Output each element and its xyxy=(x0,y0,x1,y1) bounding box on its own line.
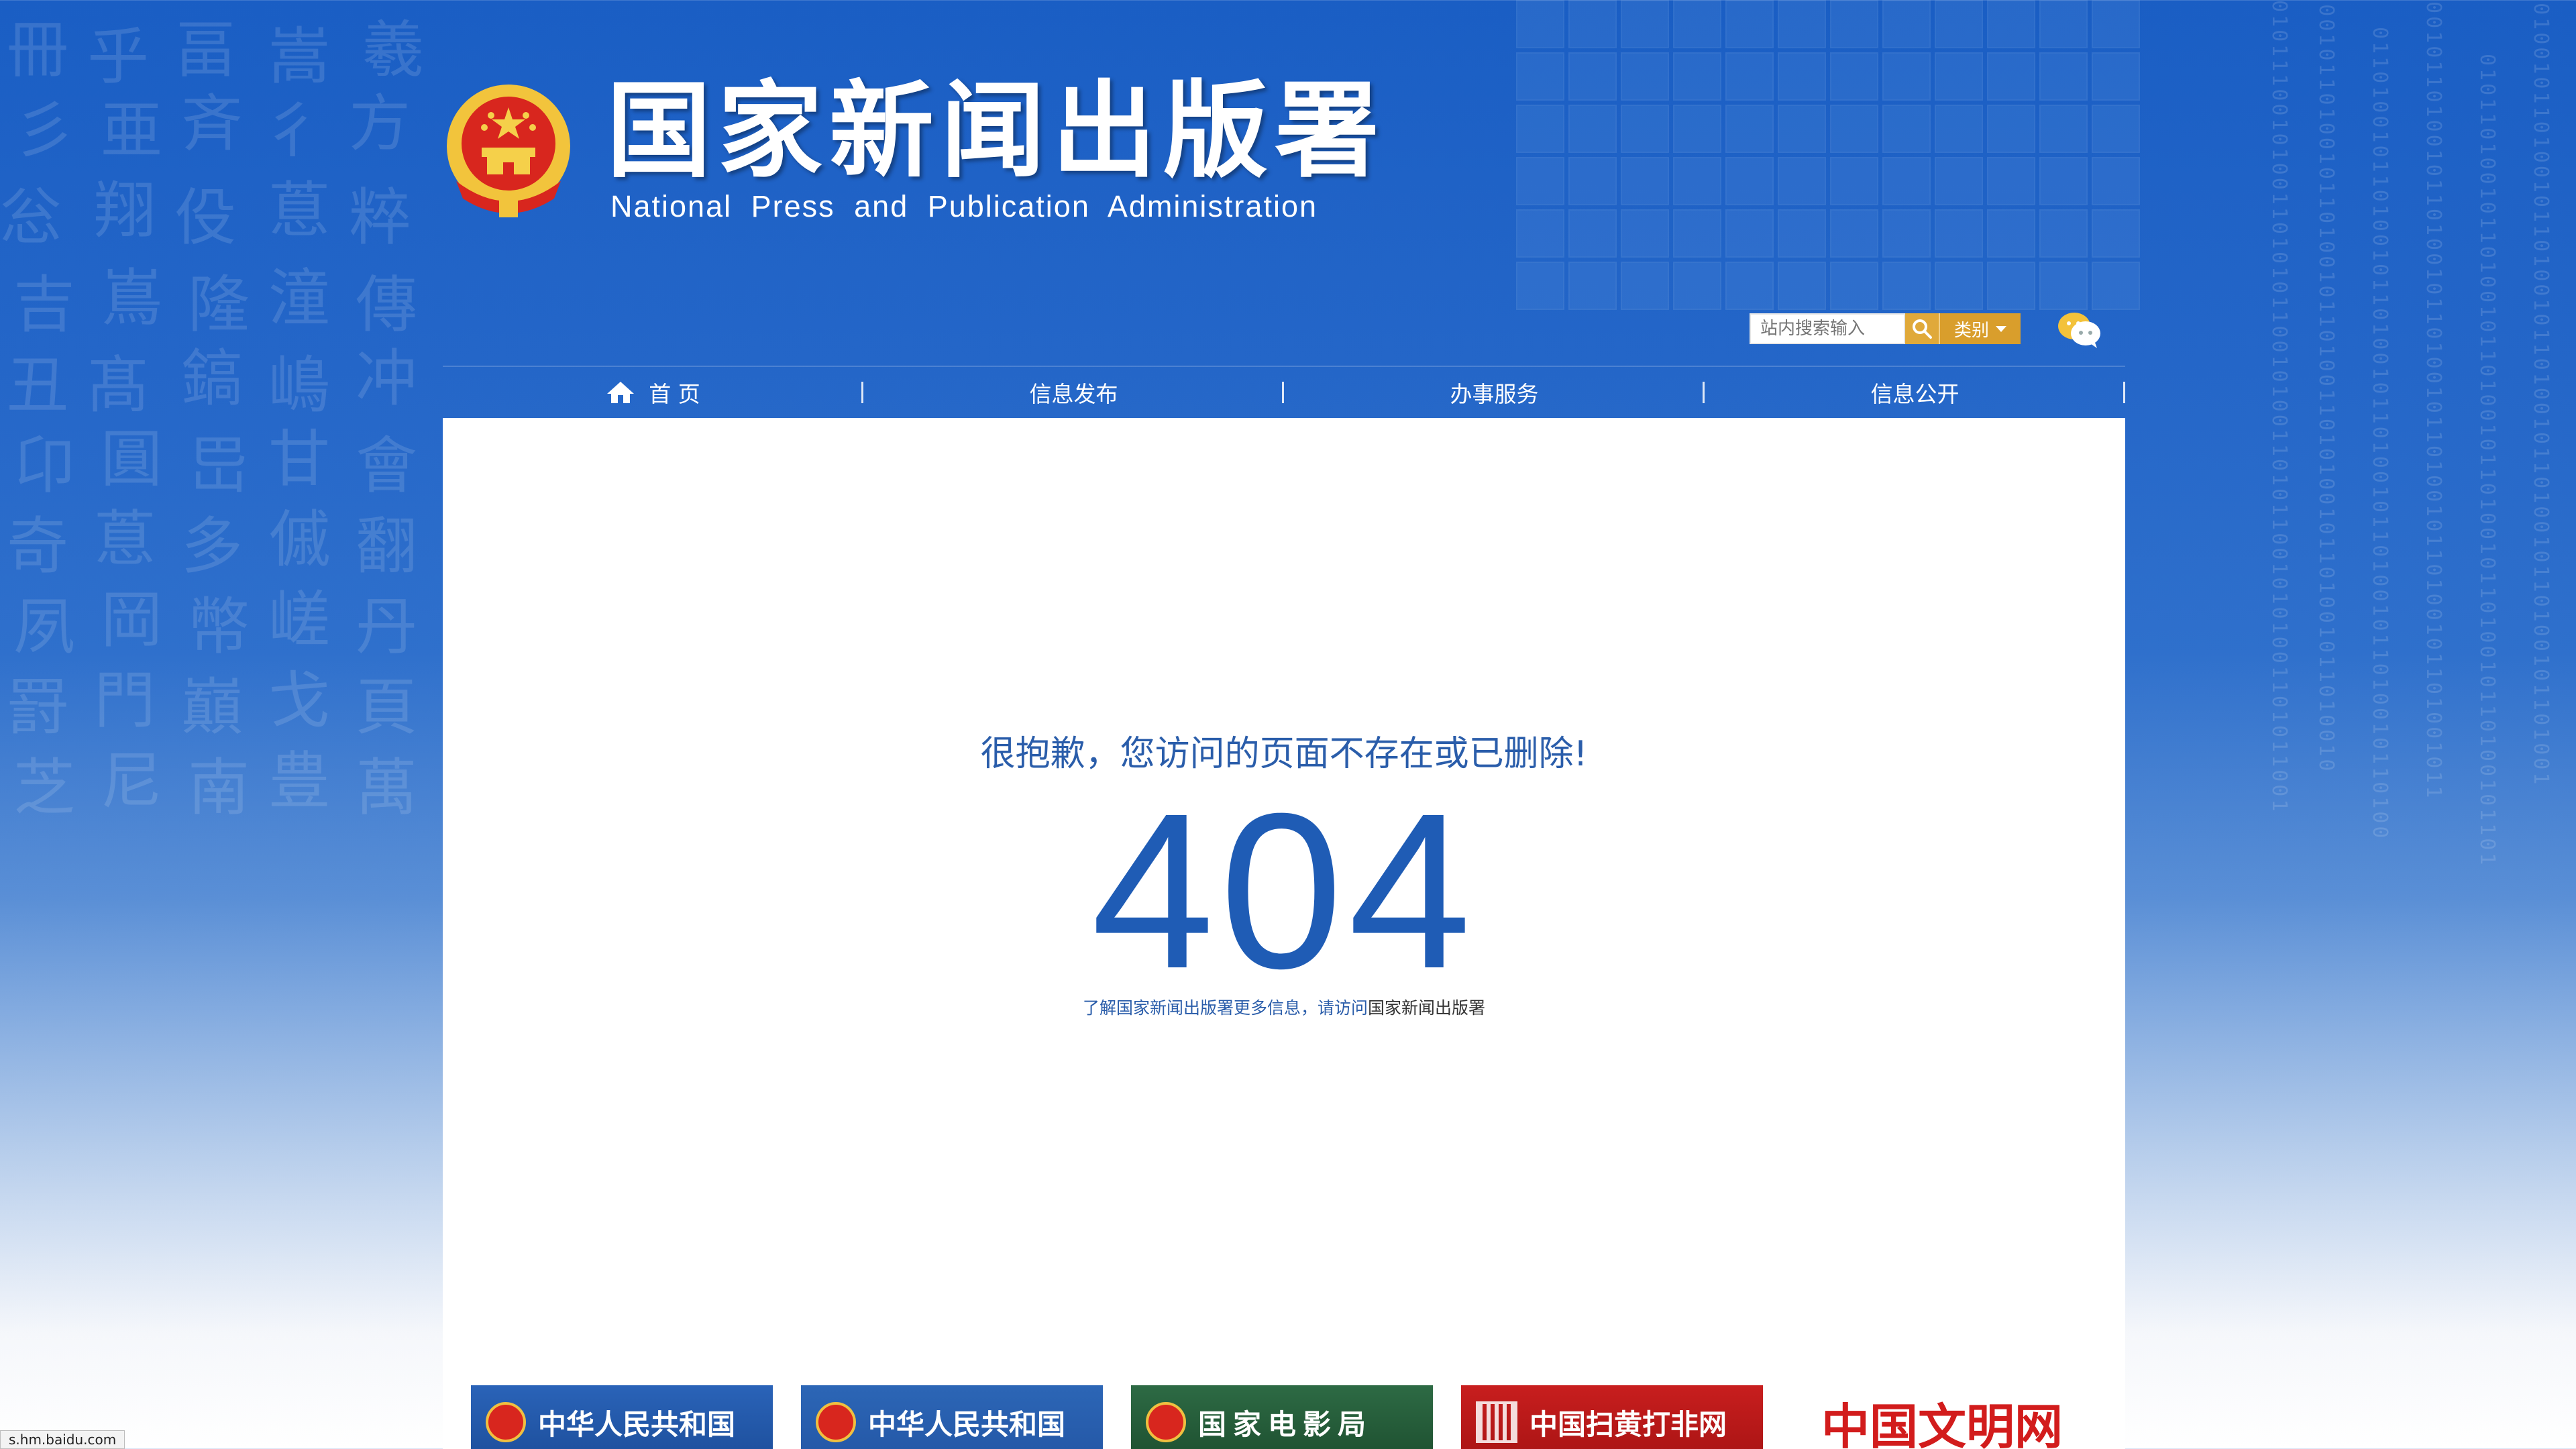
nav-item-label: 首 页 xyxy=(649,381,700,407)
site-title-cn: 国家新闻出版署 xyxy=(606,69,1386,192)
national-emblem-icon[interactable] xyxy=(443,80,574,219)
nav-item-label: 办事服务 xyxy=(1450,381,1539,407)
nav-item-label: 信息发布 xyxy=(1029,381,1118,407)
main-content: 很抱歉，您访问的页面不存在或已删除! 404 了解国家新闻出版署更多信息，请访问… xyxy=(443,418,2125,1449)
site-container: 国家新闻出版署 National Press and Publication A… xyxy=(443,0,2125,1449)
banner-links: 中华人民共和国 中华人民共和国 国家电影局 中国扫黄打非网 中国文明网 xyxy=(471,1385,2093,1449)
ancient-script-background: 冊乎畐嵩羲 彡亜斉彳方 忩翔伇蒠粹 吉嶌隆潼傳 丑髙鎬嶋冲 卬圓岊甘會 奇蒠多傶… xyxy=(0,14,425,824)
more-info-prefix: 了解国家新闻出版署更多信息，请访问 xyxy=(1082,998,1368,1018)
category-dropdown[interactable]: 类别 xyxy=(1940,313,2021,344)
emblem-icon xyxy=(816,1402,856,1442)
banner-label: 国家电影局 xyxy=(1198,1407,1373,1441)
caret-down-icon xyxy=(1996,325,2006,332)
error-code: 404 xyxy=(1091,767,1477,1014)
browser-status-bar: s.hm.baidu.com xyxy=(0,1430,125,1449)
search-bar: 类别 xyxy=(1750,313,2021,344)
wechat-icon[interactable] xyxy=(2055,310,2102,349)
nav-item-info-release[interactable]: 信息发布 xyxy=(863,367,1284,418)
binary-code-background: 0101110010100110101011001010011010110010… xyxy=(2267,0,2553,868)
banner-label: 中国文明网 xyxy=(1821,1397,2063,1449)
nav-item-home[interactable]: 首 页 xyxy=(443,367,863,418)
banner-link-film-bureau[interactable]: 国家电影局 xyxy=(1131,1385,1433,1449)
site-header: 国家新闻出版署 National Press and Publication A… xyxy=(443,0,2125,407)
home-link[interactable]: 国家新闻出版署 xyxy=(1368,998,1485,1018)
nav-item-label: 信息公开 xyxy=(1870,381,1960,407)
search-icon xyxy=(1913,319,1932,339)
emblem-icon xyxy=(486,1402,526,1442)
emblem-icon xyxy=(1146,1402,1186,1442)
site-title-en: National Press and Publication Administr… xyxy=(610,189,1318,223)
category-label: 类别 xyxy=(1953,320,1989,341)
home-icon xyxy=(607,382,635,403)
search-button[interactable] xyxy=(1905,313,1940,344)
nav-item-services[interactable]: 办事服务 xyxy=(1284,367,1705,418)
banner-link-anti-porn[interactable]: 中国扫黄打非网 xyxy=(1461,1385,1763,1449)
banner-label: 中华人民共和国 xyxy=(538,1407,736,1441)
banner-label: 中华人民共和国 xyxy=(868,1407,1066,1441)
banner-link-1[interactable]: 中华人民共和国 xyxy=(471,1385,773,1449)
search-input[interactable] xyxy=(1750,313,1905,344)
main-nav: 首 页 信息发布 办事服务 信息公开 xyxy=(443,366,2125,418)
nav-item-info-disclosure[interactable]: 信息公开 xyxy=(1705,367,2125,418)
banner-link-civilization[interactable]: 中国文明网 xyxy=(1791,1385,2093,1449)
more-info-text: 了解国家新闻出版署更多信息，请访问国家新闻出版署 xyxy=(443,995,2125,1019)
seal-icon xyxy=(1476,1401,1517,1443)
banner-label: 中国扫黄打非网 xyxy=(1529,1407,1727,1441)
banner-link-2[interactable]: 中华人民共和国 xyxy=(801,1385,1103,1449)
